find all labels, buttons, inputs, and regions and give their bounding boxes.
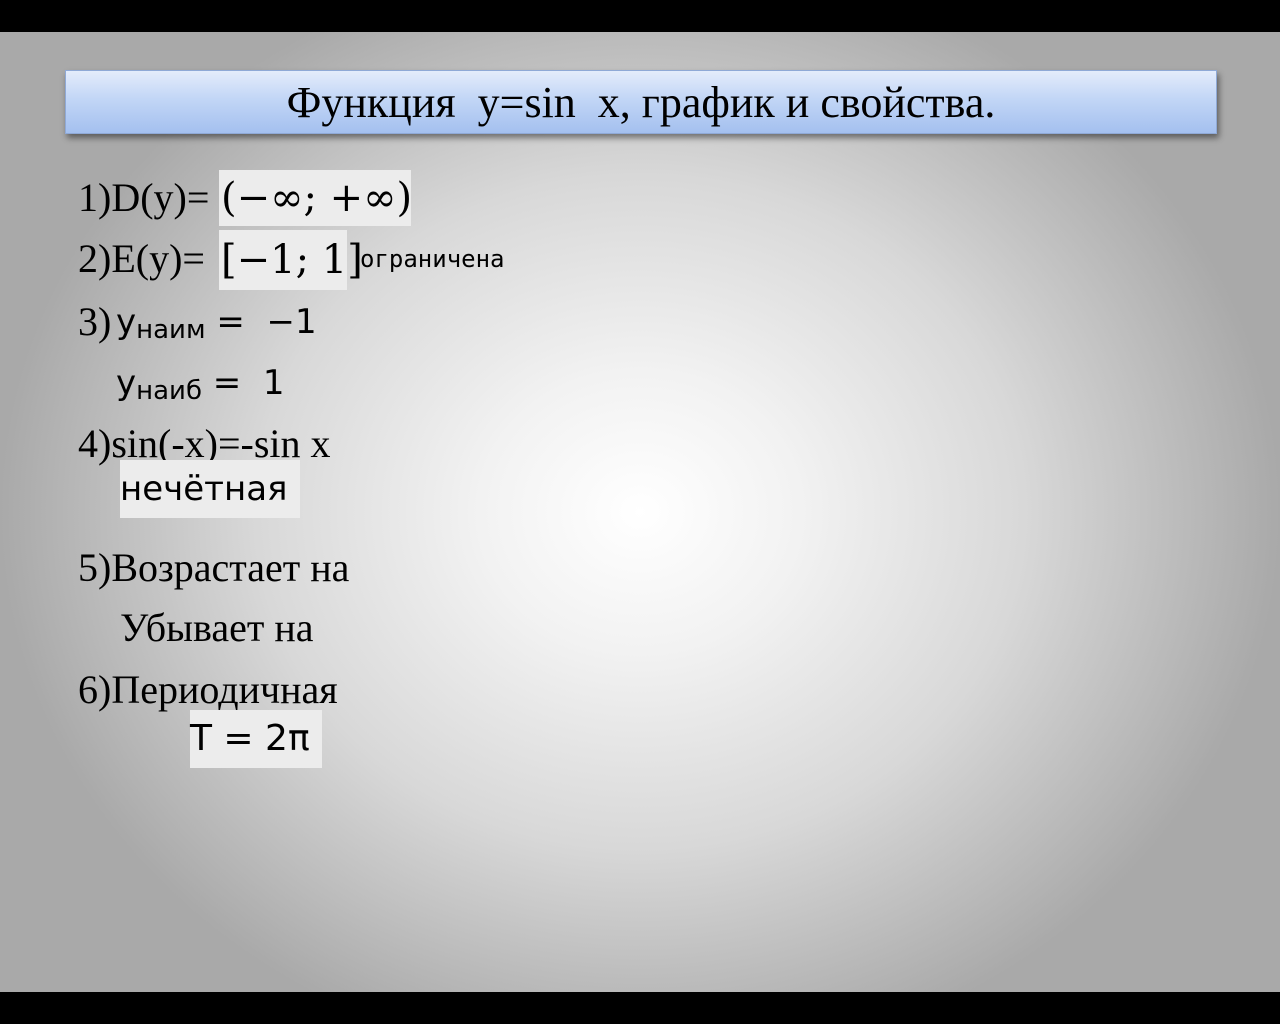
increasing-label: 5)Возрастает на [78, 545, 350, 590]
decreasing-label: Убывает на [120, 605, 314, 650]
domain-label: 1)D(y)= [78, 175, 210, 220]
odd-value: нечётная [120, 460, 300, 518]
odd-label: 4)sin(-x)=-sin x [78, 421, 331, 466]
range-label: 2)E(y)= [78, 236, 205, 281]
range-value: [−1; 1] [219, 230, 363, 290]
range-note: ограничена [360, 245, 505, 273]
title-banner: Функция y=sin x, график и свойства. [65, 70, 1217, 134]
slide-title: Функция y=sin x, график и свойства. [286, 77, 996, 127]
minmax-label: 3) [78, 299, 112, 344]
period-value: T = 2π [190, 710, 322, 768]
domain-value: (−∞; +∞) [219, 170, 412, 226]
max-value: y наиб = 1 [116, 363, 285, 406]
min-value: y наим = −1 [116, 302, 317, 345]
periodic-label: 6)Периодичная [78, 667, 338, 712]
slide: Функция y=sin x, график и свойства. 1)D(… [0, 32, 1280, 992]
